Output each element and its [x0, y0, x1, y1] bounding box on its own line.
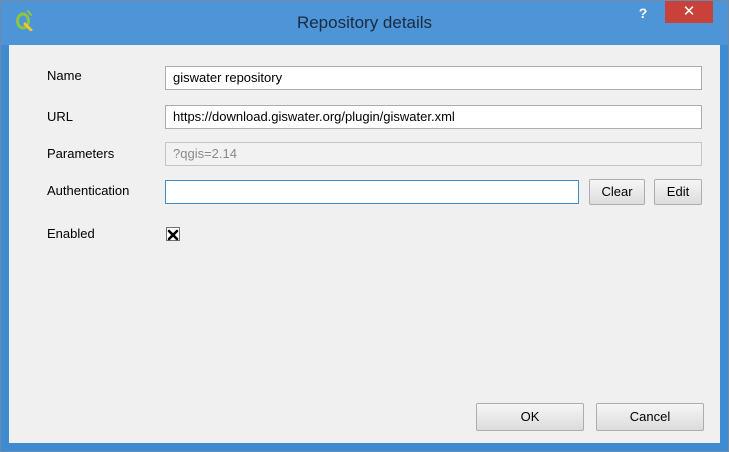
url-field[interactable]: https://download.giswater.org/plugin/gis… — [165, 105, 702, 129]
authentication-label: Authentication — [47, 183, 130, 198]
clear-button[interactable]: Clear — [589, 179, 645, 205]
name-label: Name — [47, 68, 82, 83]
repository-details-dialog: Repository details ? ✕ Name giswater rep… — [0, 0, 729, 452]
edit-button[interactable]: Edit — [654, 179, 702, 205]
enabled-label: Enabled — [47, 226, 95, 241]
authentication-field[interactable] — [165, 180, 579, 204]
ok-button[interactable]: OK — [476, 403, 584, 431]
title-bar: Repository details ? ✕ — [1, 1, 728, 45]
name-field[interactable]: giswater repository — [165, 66, 702, 90]
close-button[interactable]: ✕ — [665, 1, 713, 23]
parameters-field: ?qgis=2.14 — [165, 142, 702, 166]
parameters-label: Parameters — [47, 146, 115, 161]
dialog-body: Name giswater repository URL https://dow… — [9, 45, 720, 443]
enabled-checkbox[interactable] — [166, 227, 180, 241]
url-label: URL — [47, 109, 74, 124]
help-button[interactable]: ? — [631, 3, 655, 23]
window-title: Repository details — [296, 13, 433, 32]
cancel-button[interactable]: Cancel — [596, 403, 704, 431]
checkmark-icon — [167, 229, 179, 241]
close-icon: ✕ — [682, 3, 696, 20]
